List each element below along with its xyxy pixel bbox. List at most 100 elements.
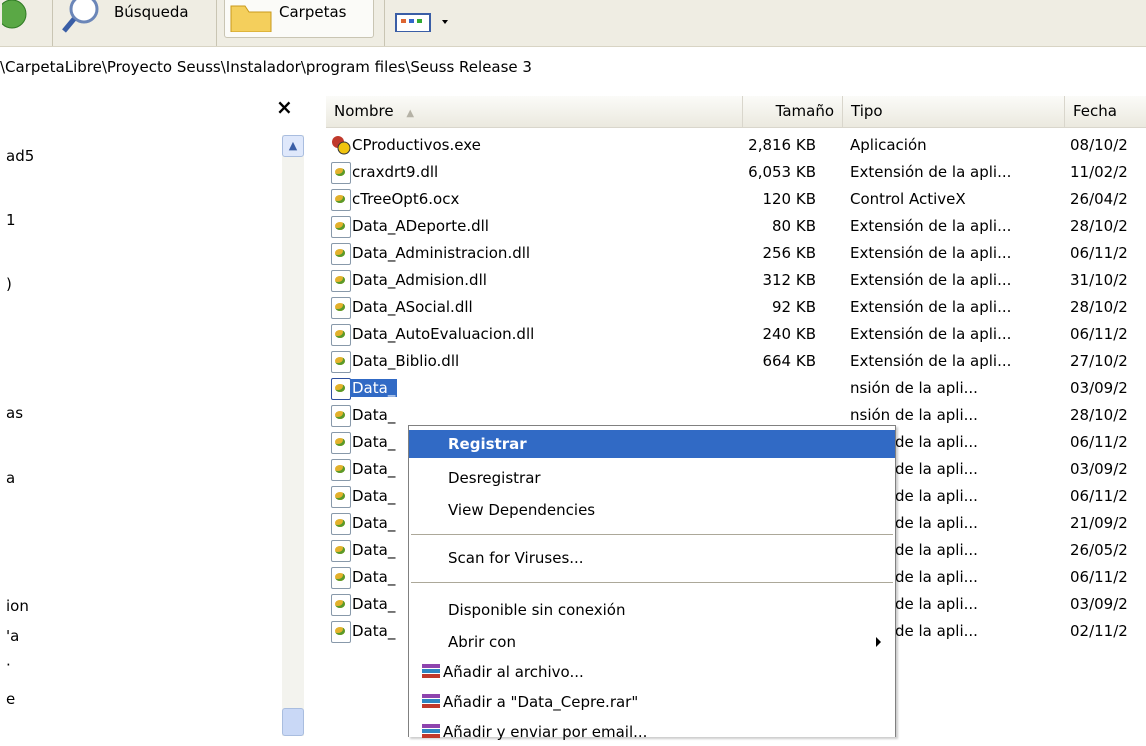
menu-item-add-email[interactable]: Añadir y enviar por email... xyxy=(409,718,895,746)
file-row[interactable]: Data_Administracion.dll 256 KB Extensión… xyxy=(326,240,1146,267)
file-date: 21/09/2 xyxy=(1070,514,1128,532)
dll-file-icon xyxy=(331,216,351,238)
dll-file-icon xyxy=(331,486,351,508)
sort-ascending-icon: ▲ xyxy=(406,108,415,119)
scroll-up-button[interactable]: ▲ xyxy=(282,135,304,157)
file-row[interactable]: Data_Admision.dll 312 KB Extensión de la… xyxy=(326,267,1146,294)
file-name: Data_ xyxy=(352,622,396,640)
winrar-icon xyxy=(422,694,440,710)
file-size: 664 KB xyxy=(762,352,816,370)
file-name: Data_ASocial.dll xyxy=(352,298,473,316)
folders-panel-header: × xyxy=(0,95,308,127)
file-name: Data_Admision.dll xyxy=(352,271,487,289)
close-icon[interactable]: × xyxy=(276,95,293,119)
file-date: 28/10/2 xyxy=(1070,217,1128,235)
winrar-icon xyxy=(422,724,440,740)
file-name: Data_ xyxy=(352,514,396,532)
file-row[interactable]: Data_ASocial.dll 92 KB Extensión de la a… xyxy=(326,294,1146,321)
file-date: 26/04/2 xyxy=(1070,190,1128,208)
file-type: Extensión de la apli... xyxy=(850,163,1012,181)
tree-item[interactable]: 1 xyxy=(6,211,16,229)
ocx-file-icon xyxy=(331,189,351,211)
tree-item[interactable]: ad5 xyxy=(6,147,34,165)
file-type: Control ActiveX xyxy=(850,190,966,208)
tree-item[interactable]: as xyxy=(6,404,23,422)
back-button[interactable] xyxy=(2,0,32,38)
file-size: 80 KB xyxy=(772,217,816,235)
column-type[interactable]: Tipo xyxy=(843,96,1065,128)
file-type: Aplicación xyxy=(850,136,927,154)
file-name: Data_ADeporte.dll xyxy=(352,217,489,235)
file-date: 28/10/2 xyxy=(1070,406,1128,424)
tree-item[interactable]: ion xyxy=(6,597,29,615)
file-date: 31/10/2 xyxy=(1070,271,1128,289)
file-size: 312 KB xyxy=(762,271,816,289)
address-path[interactable]: \CarpetaLibre\Proyecto Seuss\Instalador\… xyxy=(0,58,532,82)
file-name: Data_ xyxy=(352,541,396,559)
file-date: 03/09/2 xyxy=(1070,460,1128,478)
tree-item[interactable]: ) xyxy=(6,275,12,293)
menu-item-add-archive[interactable]: Añadir al archivo... xyxy=(409,658,895,686)
dll-file-icon xyxy=(331,432,351,454)
scroll-thumb[interactable] xyxy=(282,708,304,736)
menu-item-open-with[interactable]: Abrir con xyxy=(409,628,895,656)
dll-file-icon xyxy=(331,243,351,265)
tree-item[interactable]: e xyxy=(6,690,15,708)
file-row[interactable]: craxdrt9.dll 6,053 KB Extensión de la ap… xyxy=(326,159,1146,186)
file-type: Extensión de la apli... xyxy=(850,298,1012,316)
file-date: 02/11/2 xyxy=(1070,622,1128,640)
file-date: 06/11/2 xyxy=(1070,244,1128,262)
file-name: Data_Administracion.dll xyxy=(352,244,531,262)
file-name: Data_AutoEvaluacion.dll xyxy=(352,325,535,343)
file-date: 27/10/2 xyxy=(1070,352,1128,370)
file-date: 06/11/2 xyxy=(1070,568,1128,586)
tree-item[interactable]: · xyxy=(6,656,11,674)
dll-file-icon xyxy=(331,297,351,319)
file-row[interactable]: Data_ADeporte.dll 80 KB Extensión de la … xyxy=(326,213,1146,240)
file-date: 26/05/2 xyxy=(1070,541,1128,559)
dll-file-icon xyxy=(331,459,351,481)
file-type: Extensión de la apli... xyxy=(850,325,1012,343)
toolbar: Búsqueda Carpetas xyxy=(0,0,1146,47)
winrar-icon xyxy=(422,664,440,680)
file-date: 06/11/2 xyxy=(1070,487,1128,505)
menu-item-offline[interactable]: Disponible sin conexión xyxy=(409,596,895,624)
tree-item[interactable]: 'a xyxy=(6,627,19,645)
column-name[interactable]: Nombre ▲ xyxy=(326,96,743,128)
column-date[interactable]: Fecha xyxy=(1065,96,1146,128)
file-date: 08/10/2 xyxy=(1070,136,1128,154)
search-label: Búsqueda xyxy=(114,3,189,21)
menu-item-add-rar[interactable]: Añadir a "Data_Cepre.rar" xyxy=(409,688,895,716)
file-type: nsión de la apli... xyxy=(850,406,978,424)
column-type-label: Tipo xyxy=(851,102,883,120)
file-row[interactable]: Data_Biblio.dll 664 KB Extensión de la a… xyxy=(326,348,1146,375)
file-name: Data_ xyxy=(352,406,396,424)
file-type: Extensión de la apli... xyxy=(850,352,1012,370)
folders-scrollbar[interactable]: ▲ xyxy=(282,135,304,736)
search-icon xyxy=(62,0,99,33)
dll-file-icon xyxy=(331,513,351,535)
menu-item-registrar[interactable]: Registrar xyxy=(409,430,895,458)
arrow-icon xyxy=(2,0,27,29)
file-row[interactable]: CProductivos.exe 2,816 KB Aplicación 08/… xyxy=(326,132,1146,159)
folders-label: Carpetas xyxy=(279,3,347,21)
dll-file-icon xyxy=(331,324,351,346)
column-size-label: Tamaño xyxy=(775,102,834,120)
file-size: 6,053 KB xyxy=(748,163,816,181)
menu-item-scan-viruses[interactable]: Scan for Viruses... xyxy=(409,544,895,572)
file-name: cTreeOpt6.ocx xyxy=(352,190,460,208)
file-row[interactable]: Data_AutoEvaluacion.dll 240 KB Extensión… xyxy=(326,321,1146,348)
column-size[interactable]: Tamaño xyxy=(743,96,843,128)
file-type: Extensión de la apli... xyxy=(850,271,1012,289)
file-row[interactable]: cTreeOpt6.ocx 120 KB Control ActiveX 26/… xyxy=(326,186,1146,213)
menu-item-view-dependencies[interactable]: View Dependencies xyxy=(409,496,895,524)
menu-item-desregistrar[interactable]: Desregistrar xyxy=(409,464,895,492)
submenu-arrow-icon xyxy=(876,637,881,647)
tree-item[interactable]: a xyxy=(6,469,15,487)
dll-file-icon xyxy=(331,594,351,616)
file-name: Data_ xyxy=(352,460,396,478)
file-row-selected[interactable]: Data_ nsión de la apli... 03/09/2 xyxy=(326,375,1146,402)
views-button[interactable] xyxy=(394,0,454,38)
folders-button[interactable]: Carpetas xyxy=(224,0,374,38)
search-button[interactable]: Búsqueda xyxy=(62,0,189,38)
